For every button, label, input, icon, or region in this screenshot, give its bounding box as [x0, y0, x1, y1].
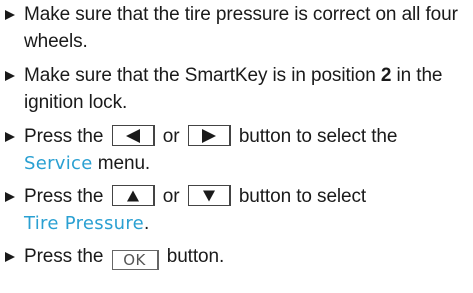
step-3-menu-suffix: menu. — [92, 153, 151, 174]
up-arrow-icon — [126, 190, 139, 201]
step-4-press: Press the — [24, 186, 104, 207]
up-button — [111, 185, 155, 206]
ok-button: OK — [111, 250, 159, 270]
instruction-step-5: Press the OK button. — [4, 243, 473, 270]
service-menu-name: Service — [24, 153, 93, 174]
step-2-text-before: Make sure that the SmartKey is in positi… — [24, 65, 381, 86]
right-button — [187, 125, 231, 146]
tire-pressure-menu-name: Tire Pressure — [24, 213, 145, 234]
step-3-press: Press the — [24, 126, 104, 147]
step-1-text: Make sure that the tire pressure is corr… — [24, 4, 458, 52]
instruction-step-3: Press the or button to select the Servic… — [4, 123, 473, 177]
step-5-press: Press the — [24, 246, 104, 267]
step-3-text-after: button to select the — [238, 126, 398, 147]
left-arrow-icon — [125, 128, 140, 143]
bullet-arrow-icon — [5, 252, 15, 262]
instruction-list: Make sure that the tire pressure is corr… — [4, 0, 473, 270]
bullet-arrow-icon — [5, 192, 15, 202]
instruction-step-4: Press the or button to select Tire Press… — [4, 183, 473, 237]
bullet-arrow-icon — [5, 132, 15, 142]
step-5-text-after: button. — [166, 246, 225, 267]
down-arrow-icon — [202, 190, 215, 201]
left-button — [111, 125, 155, 146]
step-4-text-after: button to select — [238, 186, 367, 207]
step-4-or: or — [162, 186, 180, 207]
step-4-menu-suffix: . — [144, 213, 150, 234]
instruction-step-2: Make sure that the SmartKey is in positi… — [4, 62, 473, 116]
right-arrow-icon — [201, 128, 216, 143]
down-button — [187, 185, 231, 206]
bullet-arrow-icon — [5, 71, 15, 81]
instruction-step-1: Make sure that the tire pressure is corr… — [4, 1, 473, 55]
position-number: 2 — [380, 65, 392, 86]
bullet-arrow-icon — [5, 10, 15, 20]
step-3-or: or — [162, 126, 180, 147]
